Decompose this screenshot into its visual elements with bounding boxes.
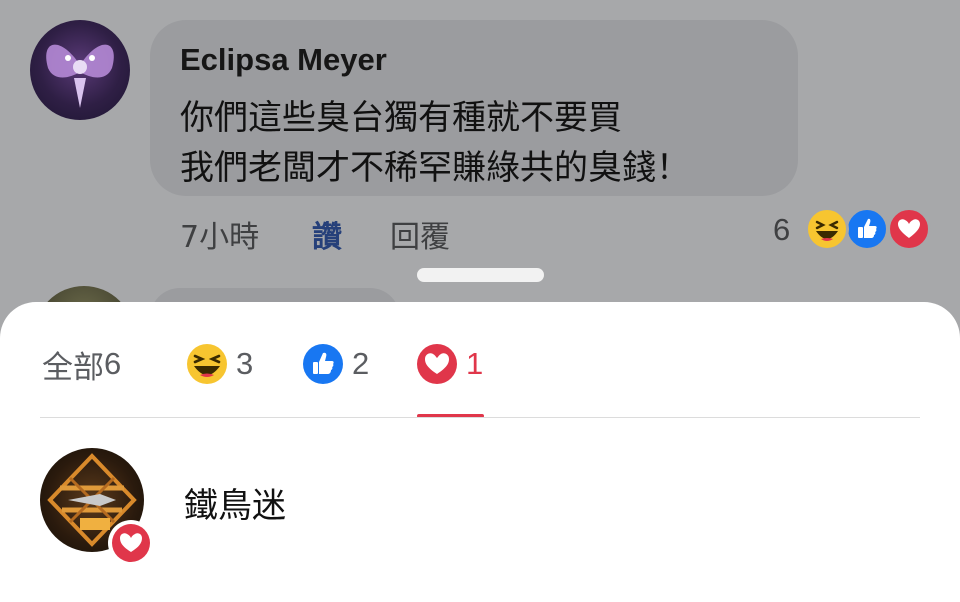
reactor-name[interactable]: 鐵鳥迷: [184, 478, 286, 527]
love-icon: [417, 344, 457, 384]
comment-text-line-1: 你們這些臭台獨有種就不要買: [180, 98, 622, 138]
love-icon: [112, 524, 150, 562]
love-icon: [887, 207, 931, 251]
like-button[interactable]: 讚: [312, 212, 342, 256]
reaction-summary[interactable]: [805, 207, 931, 251]
sheet-drag-handle[interactable]: [417, 268, 544, 282]
tab-all-count: 6: [104, 346, 122, 381]
reply-button[interactable]: 回覆: [390, 212, 450, 256]
reactor-love-badge: [108, 520, 154, 566]
reaction-total-count[interactable]: 6: [773, 212, 790, 248]
tab-haha[interactable]: 3: [186, 342, 253, 386]
like-icon: [303, 344, 343, 384]
comment-text-line-2: 我們老闆才不稀罕賺綠共的臭錢！: [180, 148, 690, 188]
commenter-name[interactable]: Eclipsa Meyer: [180, 42, 387, 78]
tabs-divider: [40, 417, 920, 418]
tab-all-label: 全部: [42, 349, 104, 386]
comment-bubble: Eclipsa Meyer 你們這些臭台獨有種就不要買 我們老闆才不稀罕賺綠共的…: [150, 20, 798, 196]
tab-like-count: 2: [352, 346, 370, 381]
butterfly-figure-icon: [46, 44, 114, 108]
haha-icon: [187, 344, 227, 384]
tab-all-reactions[interactable]: 全部 6: [42, 342, 121, 386]
reactions-sheet: 全部 6 3 2 1 鐵鳥迷: [0, 302, 960, 602]
comment-timestamp[interactable]: 7小時: [180, 212, 259, 256]
tab-love[interactable]: 1: [416, 342, 483, 386]
tab-like[interactable]: 2: [302, 342, 369, 386]
tab-love-count: 1: [466, 346, 484, 381]
like-icon: [845, 207, 889, 251]
commenter-avatar[interactable]: [30, 20, 130, 120]
haha-icon: [805, 207, 849, 251]
tab-haha-count: 3: [236, 346, 254, 381]
